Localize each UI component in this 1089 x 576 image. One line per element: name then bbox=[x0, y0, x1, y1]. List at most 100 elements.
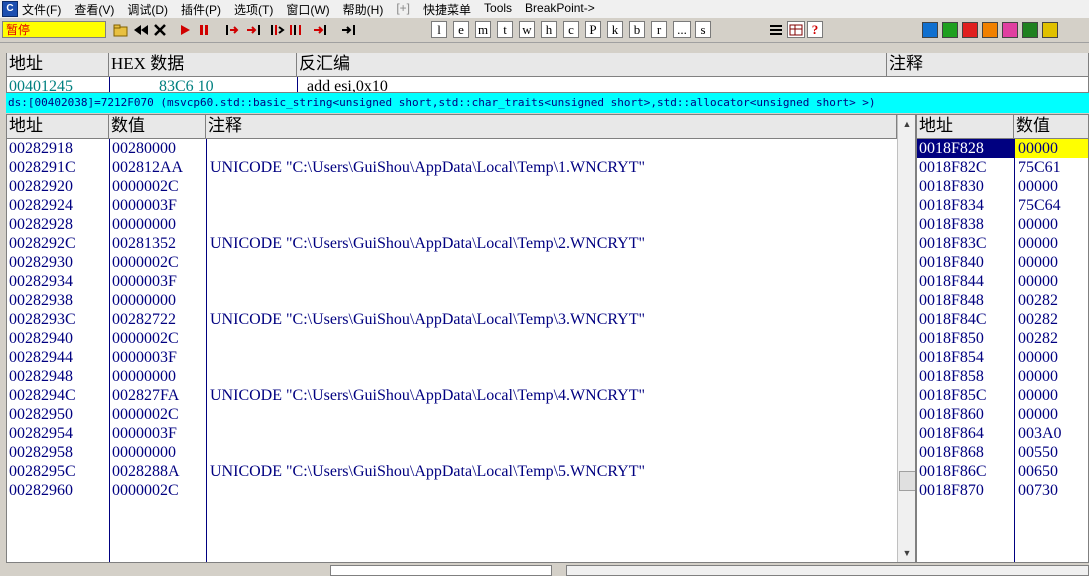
stack-row[interactable]: 0018F868 00550 bbox=[917, 443, 1088, 462]
window-button-c[interactable]: c bbox=[563, 21, 579, 38]
trace-into-icon[interactable] bbox=[268, 21, 286, 38]
window-button-P[interactable]: P bbox=[585, 21, 601, 38]
window-button-k[interactable]: k bbox=[607, 21, 623, 38]
header-address[interactable]: 地址 bbox=[7, 53, 109, 77]
window-icon-2[interactable] bbox=[962, 22, 978, 38]
menu-file[interactable]: 文件(F) bbox=[22, 1, 61, 18]
dump-row[interactable]: 00282934 0000003F bbox=[7, 272, 897, 291]
window-button-h[interactable]: h bbox=[541, 21, 557, 38]
open-file-icon[interactable] bbox=[112, 21, 130, 38]
run-icon[interactable] bbox=[176, 21, 194, 38]
help-icon[interactable]: ? bbox=[807, 21, 823, 38]
window-button-b[interactable]: b bbox=[629, 21, 645, 38]
grid-view-icon[interactable] bbox=[787, 21, 805, 38]
dump-row[interactable]: 00282950 0000002C bbox=[7, 405, 897, 424]
dump-row[interactable]: 00282918 00280000 bbox=[7, 139, 897, 158]
window-icon-1[interactable] bbox=[942, 22, 958, 38]
stack-row[interactable]: 0018F82C 75C61 bbox=[917, 158, 1088, 177]
window-icon-5[interactable] bbox=[1022, 22, 1038, 38]
window-button-r[interactable]: r bbox=[651, 21, 667, 38]
window-button-t[interactable]: t bbox=[497, 21, 513, 38]
app-icon[interactable]: C bbox=[2, 1, 18, 17]
dump-row[interactable]: 00282940 0000002C bbox=[7, 329, 897, 348]
stack-row[interactable]: 0018F830 00000 bbox=[917, 177, 1088, 196]
dump-header-comment[interactable]: 注释 bbox=[206, 115, 897, 139]
window-icon-0[interactable] bbox=[922, 22, 938, 38]
header-hex[interactable]: HEX 数据 bbox=[109, 53, 297, 77]
dump-row[interactable]: 00282958 00000000 bbox=[7, 443, 897, 462]
step-into-icon[interactable] bbox=[224, 21, 242, 38]
menu-shortcuts[interactable]: 快捷菜单 bbox=[423, 1, 471, 18]
stack-row[interactable]: 0018F870 00730 bbox=[917, 481, 1088, 500]
scroll-up-icon[interactable]: ▲ bbox=[898, 115, 915, 133]
window-button-e[interactable]: e bbox=[453, 21, 469, 38]
stack-row[interactable]: 0018F838 00000 bbox=[917, 215, 1088, 234]
stack-row[interactable]: 0018F858 00000 bbox=[917, 367, 1088, 386]
stack-header-value[interactable]: 数值 bbox=[1014, 115, 1088, 139]
menu-tools[interactable]: Tools bbox=[484, 1, 512, 18]
stack-row[interactable]: 0018F840 00000 bbox=[917, 253, 1088, 272]
go-to-address-icon[interactable] bbox=[340, 21, 358, 38]
dump-row[interactable]: 00282938 00000000 bbox=[7, 291, 897, 310]
window-button-s[interactable]: s bbox=[695, 21, 711, 38]
window-icon-4[interactable] bbox=[1002, 22, 1018, 38]
trace-over-icon[interactable] bbox=[287, 21, 305, 38]
dump-row[interactable]: 00282954 0000003F bbox=[7, 424, 897, 443]
stack-address: 0018F864 bbox=[919, 425, 984, 442]
step-over-icon[interactable] bbox=[244, 21, 262, 38]
disasm-row[interactable]: 00401245 83C6 10 add esi,0x10 bbox=[7, 77, 1088, 92]
dump-row[interactable]: 00282920 0000002C bbox=[7, 177, 897, 196]
close-program-icon[interactable] bbox=[151, 21, 169, 38]
scroll-down-icon[interactable]: ▼ bbox=[898, 544, 915, 562]
dump-header-address[interactable]: 地址 bbox=[7, 115, 109, 139]
pause-icon[interactable] bbox=[195, 21, 213, 38]
stack-row[interactable]: 0018F834 75C64 bbox=[917, 196, 1088, 215]
stack-row[interactable]: 0018F854 00000 bbox=[917, 348, 1088, 367]
dump-row[interactable]: 00282924 0000003F bbox=[7, 196, 897, 215]
dump-row[interactable]: 0028294C 002827FA UNICODE "C:\Users\GuiSho… bbox=[7, 386, 897, 405]
dump-row[interactable]: 0028292C 00281352 UNICODE "C:\Users\GuiSho… bbox=[7, 234, 897, 253]
menu-options[interactable]: 选项(T) bbox=[234, 1, 273, 18]
dump-row[interactable]: 00282960 0000002C bbox=[7, 481, 897, 500]
menu-breakpoint[interactable]: BreakPoint-> bbox=[525, 1, 595, 18]
window-button-w[interactable]: w bbox=[519, 21, 535, 38]
menu-view[interactable]: 查看(V) bbox=[74, 1, 114, 18]
list-view-icon[interactable] bbox=[767, 21, 785, 38]
rewind-icon[interactable] bbox=[132, 21, 150, 38]
dump-header-value[interactable]: 数值 bbox=[109, 115, 206, 139]
menu-help[interactable]: 帮助(H) bbox=[343, 1, 384, 18]
stack-row[interactable]: 0018F848 00282 bbox=[917, 291, 1088, 310]
stack-row[interactable]: 0018F864 003A0 bbox=[917, 424, 1088, 443]
dump-row[interactable]: 00282948 00000000 bbox=[7, 367, 897, 386]
dump-row[interactable]: 0028293C 00282722 UNICODE "C:\Users\GuiSho… bbox=[7, 310, 897, 329]
menu-plus[interactable]: [+] bbox=[396, 1, 410, 18]
header-comment[interactable]: 注释 bbox=[887, 53, 1088, 77]
stack-row[interactable]: 0018F86C 00650 bbox=[917, 462, 1088, 481]
window-button-more[interactable]: ... bbox=[673, 21, 691, 38]
dump-row[interactable]: 00282930 0000002C bbox=[7, 253, 897, 272]
menu-debug[interactable]: 调试(D) bbox=[127, 1, 168, 18]
command-box[interactable] bbox=[330, 565, 552, 576]
stack-row[interactable]: 0018F84C 00282 bbox=[917, 310, 1088, 329]
dump-row[interactable]: 00282928 00000000 bbox=[7, 215, 897, 234]
stack-row[interactable]: 0018F83C 00000 bbox=[917, 234, 1088, 253]
window-icon-6[interactable] bbox=[1042, 22, 1058, 38]
dump-row[interactable]: 0028291C 002812AA UNICODE "C:\Users\GuiSho… bbox=[7, 158, 897, 177]
dump-scrollbar[interactable]: ▲ ▼ bbox=[897, 115, 915, 562]
stack-header-address[interactable]: 地址 bbox=[917, 115, 1014, 139]
stack-row[interactable]: 0018F860 00000 bbox=[917, 405, 1088, 424]
header-disassembly[interactable]: 反汇编 bbox=[297, 53, 887, 77]
dump-row[interactable]: 00282944 0000003F bbox=[7, 348, 897, 367]
scroll-thumb[interactable] bbox=[899, 471, 915, 491]
window-button-l[interactable]: l bbox=[431, 21, 447, 38]
menu-plugins[interactable]: 插件(P) bbox=[181, 1, 221, 18]
menu-window[interactable]: 窗口(W) bbox=[286, 1, 329, 18]
window-icon-3[interactable] bbox=[982, 22, 998, 38]
execute-till-return-icon[interactable] bbox=[311, 21, 329, 38]
stack-row[interactable]: 0018F844 00000 bbox=[917, 272, 1088, 291]
stack-row[interactable]: 0018F850 00282 bbox=[917, 329, 1088, 348]
dump-row[interactable]: 0028295C 0028288A UNICODE "C:\Users\GuiSho… bbox=[7, 462, 897, 481]
window-button-m[interactable]: m bbox=[475, 21, 491, 38]
stack-row[interactable]: 0018F828 00000 bbox=[917, 139, 1088, 158]
stack-row[interactable]: 0018F85C 00000 bbox=[917, 386, 1088, 405]
